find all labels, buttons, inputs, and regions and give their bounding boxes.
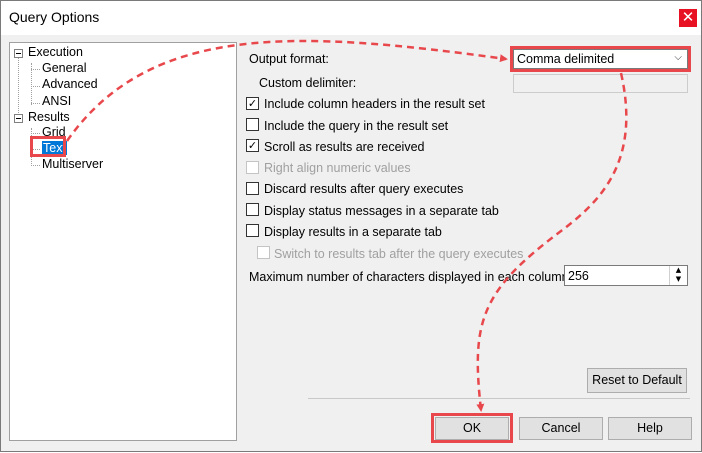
window-title: Query Options <box>9 9 100 25</box>
include-headers-checkbox[interactable]: ✓ <box>246 97 259 110</box>
discard-results-label[interactable]: Discard results after query executes <box>264 182 463 196</box>
right-align-checkbox <box>246 161 259 174</box>
max-chars-spinner[interactable]: ▲ ▼ <box>669 266 687 285</box>
spin-up-icon[interactable]: ▲ <box>670 266 687 275</box>
text-item-highlight <box>30 136 66 157</box>
switch-tab-label: Switch to results tab after the query ex… <box>274 247 524 261</box>
max-chars-input[interactable]: 256 ▲ ▼ <box>564 265 688 286</box>
switch-tab-checkbox <box>257 246 270 259</box>
tree-item-execution[interactable]: Execution <box>28 45 83 59</box>
tree-connector <box>31 103 40 104</box>
check-icon: ✓ <box>247 139 258 152</box>
separate-tab-label[interactable]: Display results in a separate tab <box>264 225 442 239</box>
include-query-label[interactable]: Include the query in the result set <box>264 119 448 133</box>
output-format-label: Output format: <box>249 52 329 66</box>
close-button[interactable]: ✕ <box>679 9 697 27</box>
cancel-button[interactable]: Cancel <box>519 417 603 440</box>
max-chars-value: 256 <box>568 269 589 283</box>
button-separator <box>308 398 690 399</box>
tree-connector <box>31 86 40 87</box>
output-format-highlight <box>510 46 691 72</box>
reset-to-default-button[interactable]: Reset to Default <box>587 368 687 393</box>
tree-item-multiserver[interactable]: Multiserver <box>42 157 103 171</box>
collapse-execution-icon[interactable] <box>14 49 23 58</box>
scroll-results-checkbox[interactable]: ✓ <box>246 139 259 152</box>
custom-delimiter-label: Custom delimiter: <box>259 76 357 90</box>
tree-connector <box>31 133 40 134</box>
close-icon: ✕ <box>681 8 695 26</box>
discard-results-checkbox[interactable] <box>246 182 259 195</box>
check-icon: ✓ <box>247 97 258 110</box>
collapse-results-icon[interactable] <box>14 114 23 123</box>
arrow-format-to-ok <box>476 72 628 412</box>
right-align-label: Right align numeric values <box>264 161 411 175</box>
ok-button-highlight <box>431 413 513 443</box>
status-messages-label[interactable]: Display status messages in a separate ta… <box>264 204 499 218</box>
spin-down-icon[interactable]: ▼ <box>670 275 687 284</box>
tree-connector <box>31 165 40 166</box>
tree-item-general[interactable]: General <box>42 61 86 75</box>
tree-item-ansi[interactable]: ANSI <box>42 94 71 108</box>
separate-tab-checkbox[interactable] <box>246 224 259 237</box>
status-messages-checkbox[interactable] <box>246 203 259 216</box>
include-headers-label[interactable]: Include column headers in the result set <box>264 97 485 111</box>
tree-item-advanced[interactable]: Advanced <box>42 77 98 91</box>
include-query-checkbox[interactable] <box>246 118 259 131</box>
query-options-dialog: Query Options ✕ Execution General Advanc… <box>0 0 702 452</box>
scroll-results-label[interactable]: Scroll as results are received <box>264 140 424 154</box>
tree-connector <box>31 69 40 70</box>
title-bar[interactable]: Query Options ✕ <box>1 1 701 35</box>
custom-delimiter-input <box>513 74 688 93</box>
options-tree: Execution General Advanced ANSI Results … <box>9 42 237 441</box>
tree-item-results[interactable]: Results <box>28 110 70 124</box>
max-chars-label: Maximum number of characters displayed i… <box>249 270 573 284</box>
help-button[interactable]: Help <box>608 417 692 440</box>
